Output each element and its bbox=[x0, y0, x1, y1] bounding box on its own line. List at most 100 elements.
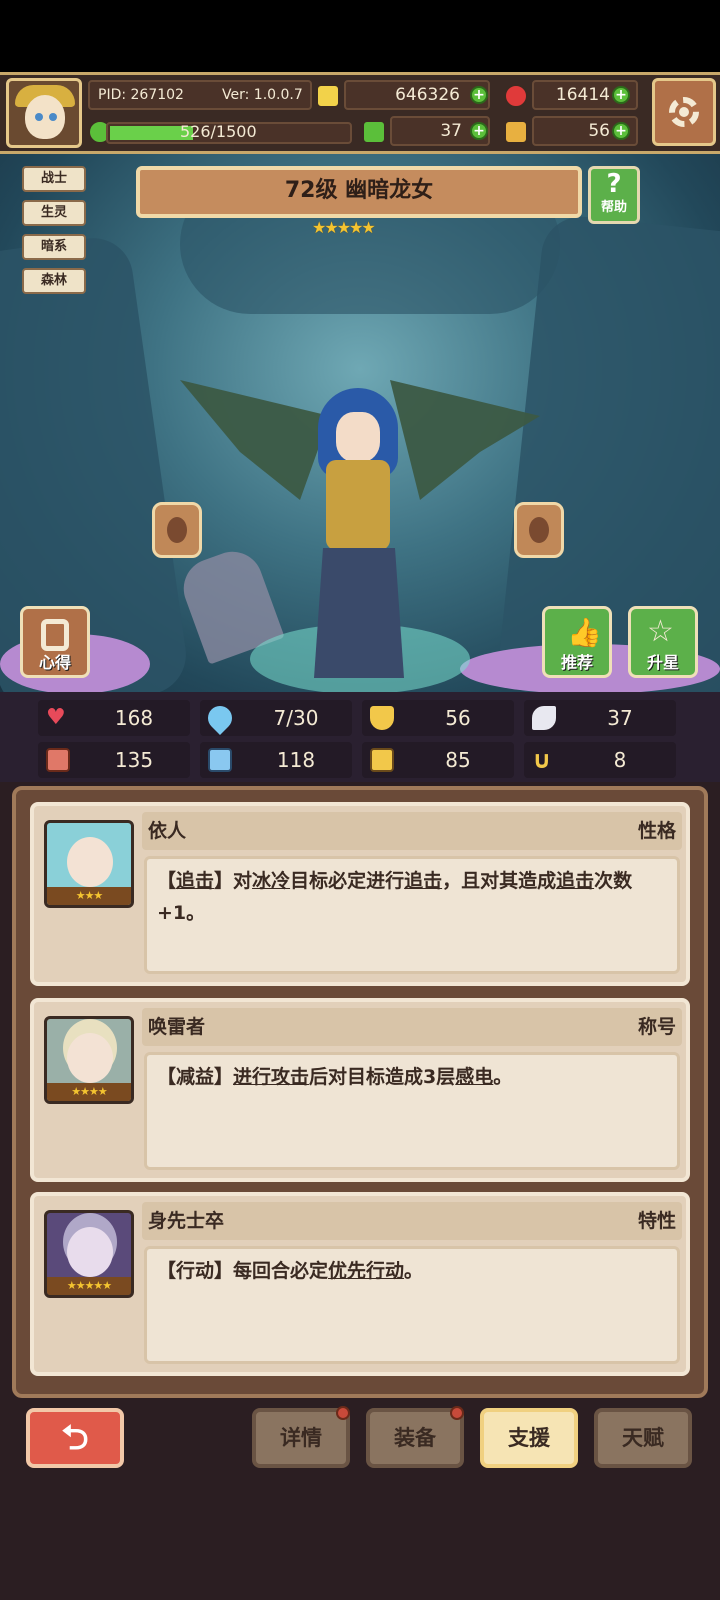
desc-text: 【行动】每回合必定 bbox=[157, 1260, 329, 1282]
card-description: 【行动】每回合必定优先行动。 bbox=[144, 1246, 680, 1364]
ticket-icon bbox=[504, 120, 528, 144]
support-card[interactable]: ★★★★ 唤雷者 称号 【减益】进行攻击后对目标造成3层感电。 bbox=[30, 998, 690, 1182]
clover-icon bbox=[362, 120, 386, 144]
question-icon: ? bbox=[606, 169, 622, 199]
fist-icon bbox=[46, 748, 70, 772]
portrait-stars: ★★★ bbox=[47, 887, 131, 905]
portrait-stars: ★★★★★ bbox=[47, 1277, 131, 1295]
card-type: 特性 bbox=[637, 1210, 676, 1232]
desc-text: ，且对其造成 bbox=[442, 870, 557, 892]
insight-button[interactable]: 心得 bbox=[20, 606, 90, 678]
desc-text: 。 bbox=[404, 1260, 424, 1282]
support-portrait: ★★★★★ bbox=[44, 1210, 134, 1298]
desc-text: 】对 bbox=[214, 870, 253, 892]
tab-talent[interactable]: 天赋 bbox=[594, 1408, 692, 1468]
portrait-face bbox=[67, 837, 113, 887]
avatar-face bbox=[25, 95, 65, 139]
stat-luck: ∪ 8 bbox=[524, 742, 676, 778]
hero-title-banner: 72级 幽暗龙女 bbox=[136, 166, 582, 218]
portrait-face bbox=[67, 1227, 113, 1277]
card-description: 【追击】对冰冷目标必定进行追击，且对其造成追击次数+1。 bbox=[144, 856, 680, 974]
settings-button[interactable] bbox=[652, 78, 716, 146]
stat-armor: 85 bbox=[362, 742, 514, 778]
keyword-link[interactable]: 追击 bbox=[556, 870, 594, 892]
version-text: Ver: 1.0.0.7 bbox=[222, 87, 303, 103]
spellbook-icon bbox=[208, 748, 232, 772]
stat-magic-value: 118 bbox=[276, 748, 316, 772]
add-clover-button[interactable]: + bbox=[470, 122, 488, 140]
hero-star-rating: ★★★★★ bbox=[312, 218, 376, 237]
stat-mana: 7/30 bbox=[200, 700, 352, 736]
tab-details-label: 详情 bbox=[280, 1426, 322, 1450]
exp-bar: 526/1500 bbox=[106, 122, 352, 144]
card-header: 唤雷者 称号 bbox=[142, 1008, 682, 1046]
stat-defense: 56 bbox=[362, 700, 514, 736]
keyword-link[interactable]: 感电 bbox=[455, 1066, 493, 1088]
portrait-face bbox=[67, 1033, 113, 1083]
add-gold-button[interactable]: + bbox=[470, 86, 488, 104]
boot-icon bbox=[370, 748, 394, 772]
star-up-button[interactable]: ☆ 升星 bbox=[628, 606, 698, 678]
keyword-link[interactable]: 优先行动 bbox=[328, 1260, 404, 1282]
card-description: 【减益】进行攻击后对目标造成3层感电。 bbox=[144, 1052, 680, 1170]
stat-speed-value: 37 bbox=[607, 706, 633, 730]
tag-creature[interactable]: 生灵 bbox=[22, 200, 86, 226]
card-type: 称号 bbox=[637, 1016, 676, 1038]
gold-value: 646326 bbox=[395, 85, 460, 105]
tab-support[interactable]: 支援 bbox=[480, 1408, 578, 1468]
desc-text: 【减益】 bbox=[157, 1066, 234, 1088]
keyword-link[interactable]: 进行攻击 bbox=[233, 1066, 309, 1088]
card-type: 性格 bbox=[637, 820, 676, 842]
red-gem-icon bbox=[504, 84, 528, 108]
pid-version-box: PID: 267102 Ver: 1.0.0.7 bbox=[88, 80, 312, 110]
support-card[interactable]: ★★★ 依人 性格 【追击】对冰冷目标必定进行追击，且对其造成追击次数+1。 bbox=[30, 802, 690, 986]
support-card[interactable]: ★★★★★ 身先士卒 特性 【行动】每回合必定优先行动。 bbox=[30, 1192, 690, 1376]
system-status-bar bbox=[0, 0, 720, 72]
card-header: 依人 性格 bbox=[142, 812, 682, 850]
wing-icon bbox=[532, 706, 556, 730]
player-avatar[interactable] bbox=[6, 78, 82, 148]
stat-magic: 118 bbox=[200, 742, 352, 778]
card-name: 依人 bbox=[148, 820, 187, 842]
gold-coin-icon bbox=[316, 84, 340, 108]
recommend-button[interactable]: 👍 推荐 bbox=[542, 606, 612, 678]
add-tickets-button[interactable]: + bbox=[612, 122, 630, 140]
stat-speed: 37 bbox=[524, 700, 676, 736]
desc-text: 。 bbox=[493, 1066, 513, 1088]
desc-text: 目标必定进行 bbox=[290, 870, 405, 892]
stat-hp: ♥ 168 bbox=[38, 700, 190, 736]
gear-icon bbox=[669, 97, 699, 127]
back-button[interactable] bbox=[26, 1408, 124, 1468]
tag-forest[interactable]: 森林 bbox=[22, 268, 86, 294]
hero-legs bbox=[314, 548, 404, 678]
stat-attack-value: 135 bbox=[114, 748, 154, 772]
avatar-eye-icon bbox=[35, 113, 43, 121]
tab-equipment-label: 装备 bbox=[394, 1426, 436, 1450]
help-button[interactable]: ? 帮助 bbox=[588, 166, 640, 224]
tag-dark[interactable]: 暗系 bbox=[22, 234, 86, 260]
desc-text: 【 bbox=[157, 870, 177, 892]
exp-value: 526/1500 bbox=[180, 122, 257, 141]
help-label: 帮助 bbox=[600, 200, 627, 215]
add-gems-button[interactable]: + bbox=[612, 86, 630, 104]
notification-dot bbox=[336, 1406, 350, 1420]
support-portrait: ★★★★ bbox=[44, 1016, 134, 1104]
keyword-link[interactable]: 追击 bbox=[176, 870, 214, 892]
keyword-link[interactable]: 追击 bbox=[404, 870, 442, 892]
tab-details[interactable]: 详情 bbox=[252, 1408, 350, 1468]
next-hero-button[interactable] bbox=[514, 502, 564, 558]
star-up-label: 升星 bbox=[646, 653, 679, 672]
stat-mana-value: 7/30 bbox=[273, 706, 319, 730]
clover-value: 37 bbox=[440, 121, 462, 141]
support-portrait: ★★★ bbox=[44, 820, 134, 908]
hero-body bbox=[326, 460, 390, 550]
stat-hp-value: 168 bbox=[114, 706, 154, 730]
gems-value: 16414 bbox=[555, 85, 610, 105]
tab-equipment[interactable]: 装备 bbox=[366, 1408, 464, 1468]
keyword-link[interactable]: 冰冷 bbox=[252, 870, 290, 892]
tag-warrior[interactable]: 战士 bbox=[22, 166, 86, 192]
water-drop-icon bbox=[203, 701, 237, 735]
previous-hero-button[interactable] bbox=[152, 502, 202, 558]
recommend-label: 推荐 bbox=[560, 653, 593, 672]
avatar-eye-icon bbox=[49, 113, 57, 121]
